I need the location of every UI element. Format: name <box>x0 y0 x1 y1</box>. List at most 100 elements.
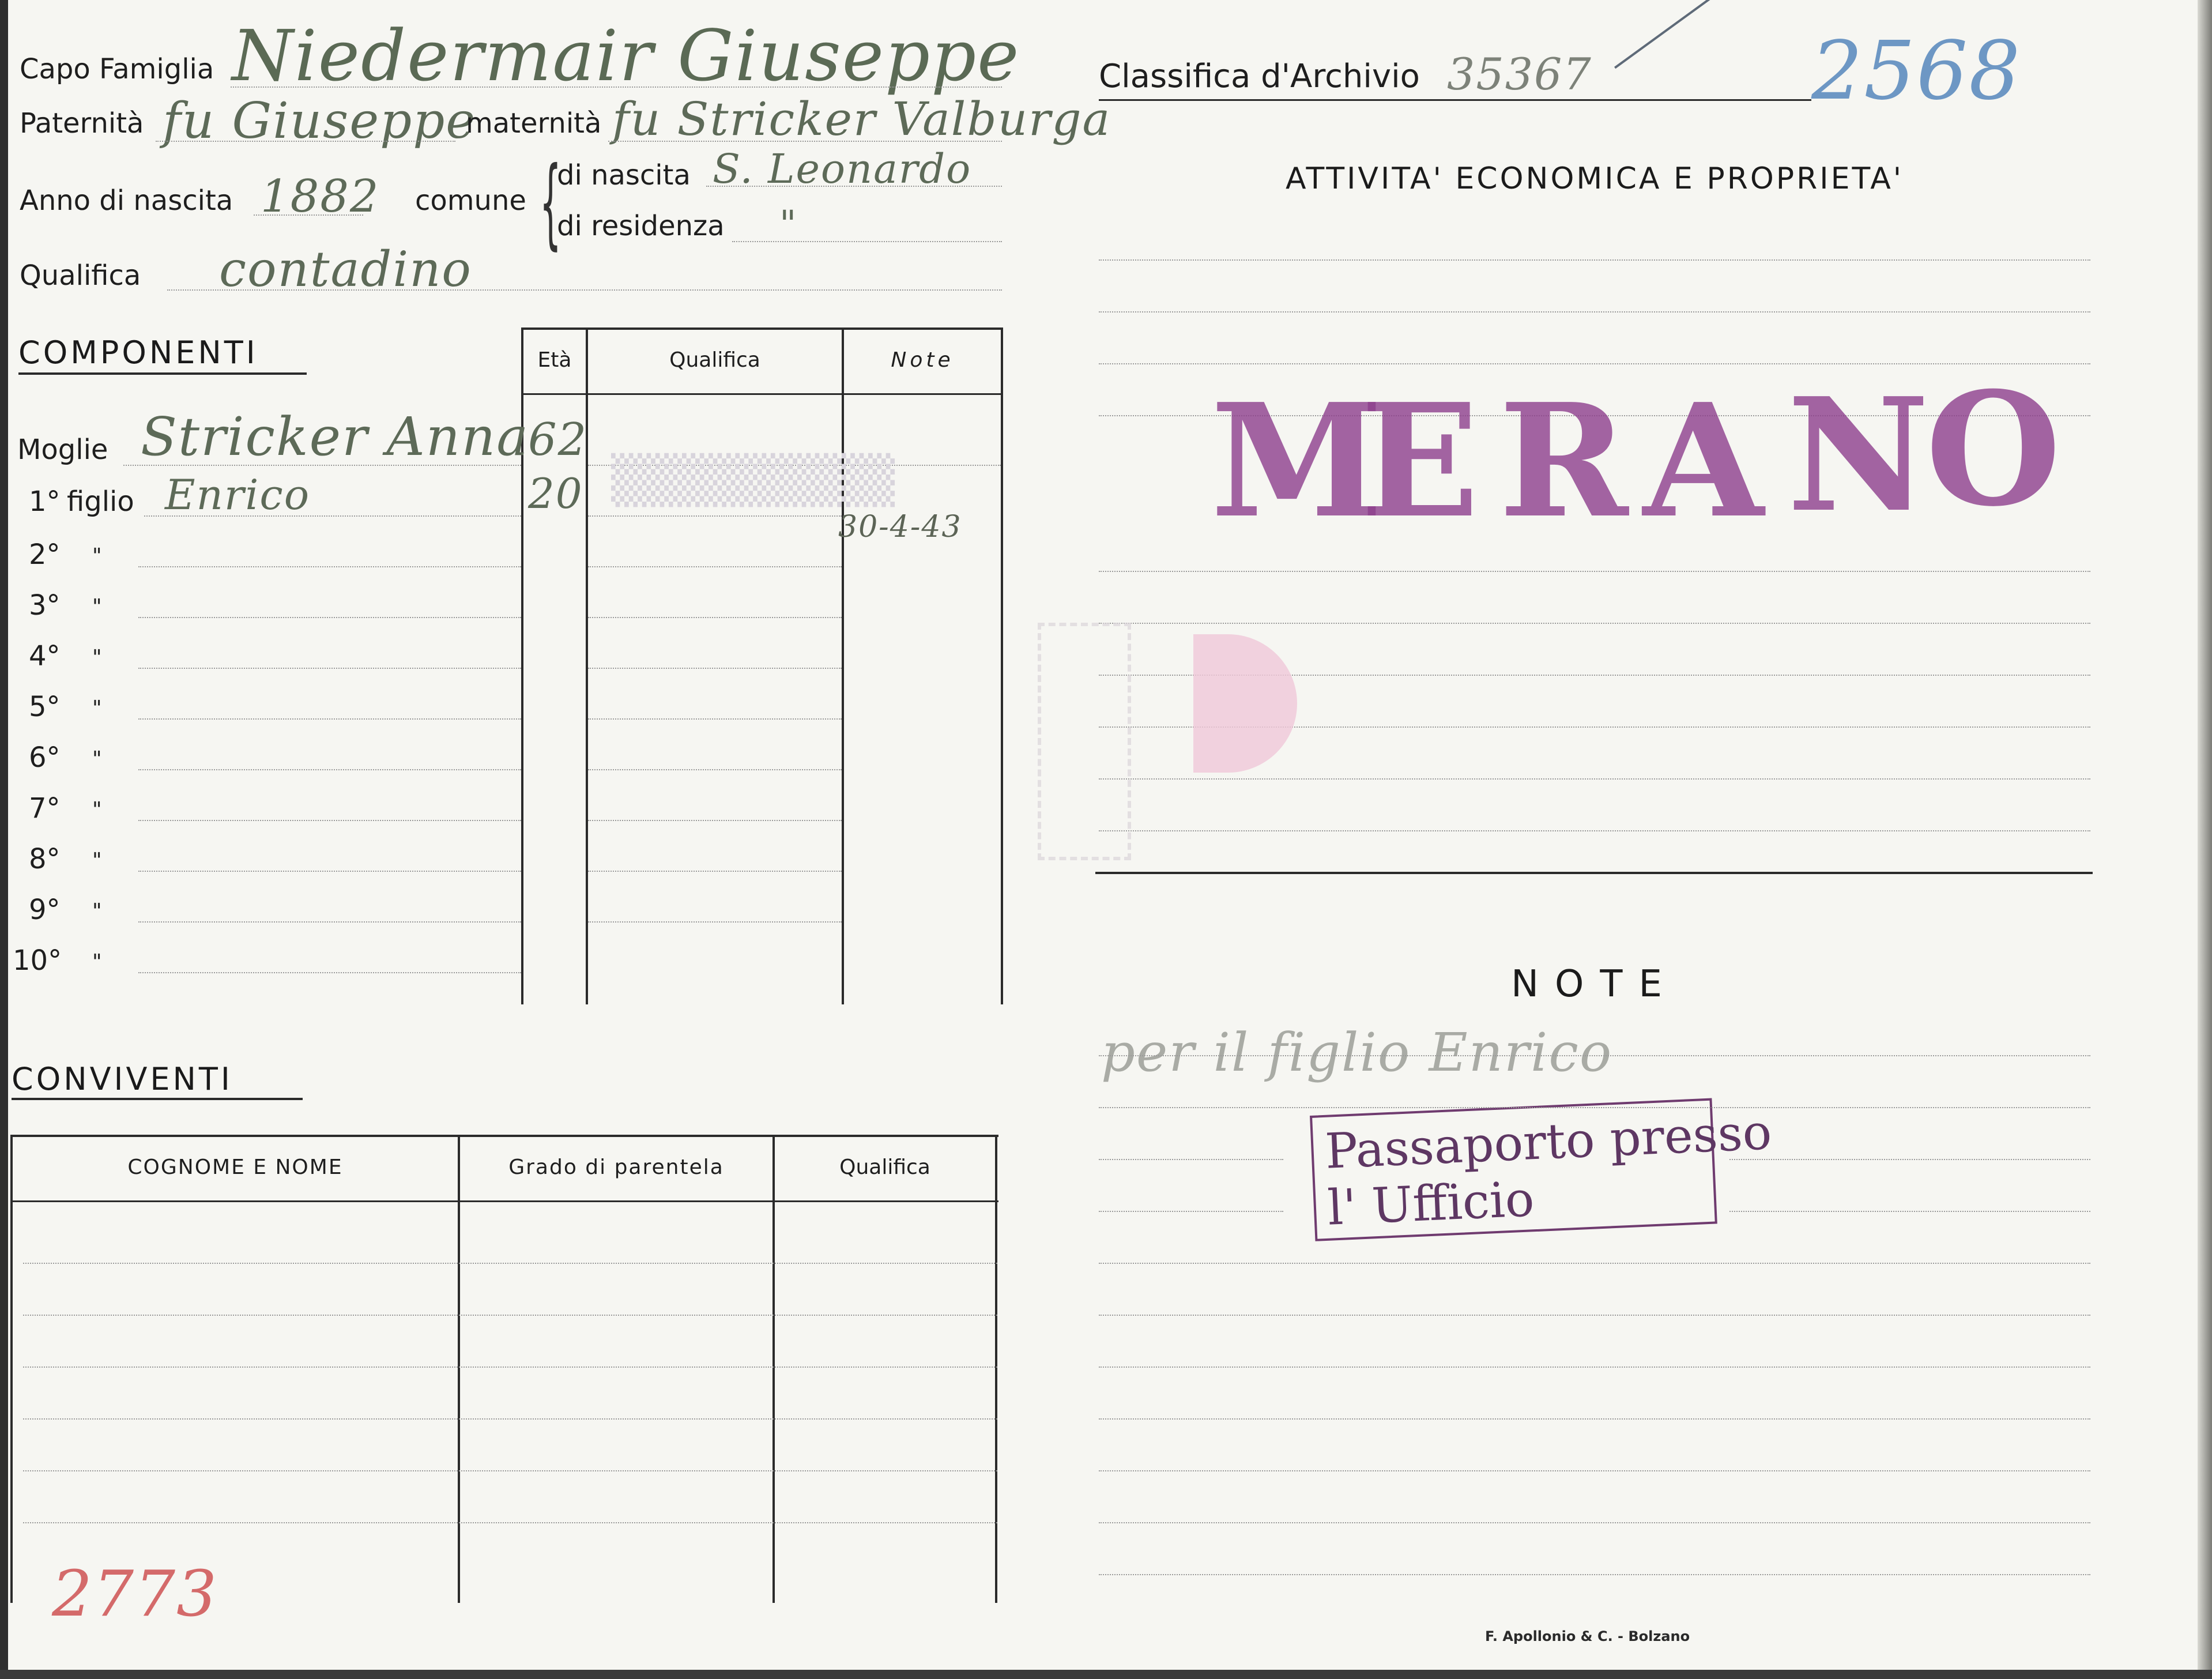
qualifica-label: Qualifica <box>20 259 141 292</box>
row-line <box>588 718 842 720</box>
row-line <box>138 769 521 770</box>
row-line <box>23 1366 997 1368</box>
classifica-archivio-value: 35367 <box>1447 48 1592 100</box>
maternita-line <box>608 141 1002 142</box>
passaporto-stamp-line2: l' Ufficio <box>1326 1170 1536 1236</box>
row-line <box>138 921 521 923</box>
passaporto-stamp-line1: Passaporto presso <box>1324 1104 1773 1180</box>
anno-line <box>254 214 363 216</box>
row-line <box>1099 1366 2090 1368</box>
row-line <box>588 566 842 567</box>
faint-stamp-ghost: ▒▒▒▒▒▒▒▒ <box>611 453 895 507</box>
row-line <box>138 972 521 973</box>
col-header-qualifica: Qualifica <box>839 1155 930 1179</box>
componenti-title: COMPONENTI <box>18 334 258 371</box>
scan-edge-right <box>2198 0 2212 1679</box>
componente-eta: 20 <box>528 469 583 518</box>
row-line <box>138 617 521 618</box>
comune-label: comune <box>415 185 526 217</box>
conviventi-table-top <box>10 1135 998 1137</box>
componenti-col-line <box>842 327 844 1004</box>
capo-famiglia-label: Capo Famiglia <box>20 53 214 85</box>
componente-name: Stricker Anna <box>141 406 530 468</box>
row-line <box>1099 1055 2090 1056</box>
row-line <box>138 566 521 567</box>
classifica-underline <box>1099 99 1811 101</box>
row-line <box>1099 1211 1283 1212</box>
footer-number: 2773 <box>52 1557 218 1631</box>
maternita-label: maternità <box>466 107 602 140</box>
ditto-mark: " <box>92 798 102 822</box>
conviventi-title-underline <box>12 1098 303 1100</box>
row-line <box>588 871 842 872</box>
col-header-cognome-nome: COGNOME E NOME <box>127 1155 343 1179</box>
di-nascita-line <box>706 186 1002 187</box>
row-line <box>1099 1263 2090 1264</box>
row-line <box>1099 311 2090 313</box>
row-line <box>588 820 842 821</box>
componente-ord: 8° <box>29 843 61 875</box>
row-line <box>1099 623 2090 624</box>
row-line <box>1099 1418 2090 1420</box>
row-line <box>1099 1522 2090 1523</box>
faint-pink-stamp-mark <box>1193 634 1297 773</box>
faint-stamp-ghost-box <box>1038 623 1131 860</box>
ditto-mark: " <box>92 595 102 619</box>
row-line <box>1099 1574 2090 1575</box>
col-header-grado-parentela: Grado di parentela <box>508 1155 724 1179</box>
componente-note: 30-4-43 <box>838 510 962 544</box>
row-line <box>1099 571 2090 572</box>
row-line <box>1099 1159 1283 1160</box>
row-line <box>23 1470 997 1471</box>
ditto-mark: " <box>92 544 102 568</box>
row-line <box>588 515 842 517</box>
conviventi-col-line <box>458 1135 460 1603</box>
di-residenza-value: " <box>779 203 798 246</box>
row-line <box>1099 259 2090 261</box>
scan-edge-left <box>0 0 8 1679</box>
merano-stamp-letter: O <box>1925 357 2062 541</box>
conviventi-col-line <box>772 1135 775 1603</box>
componenti-col-line <box>1001 327 1003 1004</box>
ditto-mark: " <box>92 646 102 669</box>
row-line <box>1099 830 2090 831</box>
printer-credit: F. Apollonio & C. - Bolzano <box>1485 1628 1690 1644</box>
conviventi-col-line <box>995 1135 997 1603</box>
col-header-note: Note <box>891 348 954 372</box>
conviventi-col-line <box>10 1135 13 1603</box>
row-line <box>23 1522 997 1523</box>
componente-ord: 9° <box>29 894 61 926</box>
componente-ord: 6° <box>29 741 61 774</box>
row-line <box>144 515 521 517</box>
componente-ord: 7° <box>29 792 61 825</box>
row-line <box>1099 1315 2090 1316</box>
row-line <box>1099 1470 2090 1471</box>
di-residenza-label: di residenza <box>557 210 725 242</box>
maternita-value: fu Stricker Valburga <box>612 92 1111 146</box>
row-line <box>138 820 521 821</box>
row-line <box>588 668 842 669</box>
componente-label-moglie: Moglie <box>17 434 108 466</box>
row-line <box>588 921 842 923</box>
archive-slash <box>1614 0 1728 69</box>
attivita-bottom-rule <box>1095 872 2093 874</box>
row-line <box>138 718 521 720</box>
col-header-qualifica: Qualifica <box>669 348 760 372</box>
componente-ord: 3° <box>29 589 61 622</box>
componenti-title-underline <box>18 372 307 375</box>
componente-ord: 4° <box>29 640 61 672</box>
merano-stamp-letter: M <box>1211 369 1383 552</box>
row-line <box>138 668 521 669</box>
ditto-mark: " <box>92 950 102 974</box>
document-page: Capo Famiglia Niedermair Giuseppe Patern… <box>0 0 2212 1679</box>
componente-name: Enrico <box>165 470 311 519</box>
di-residenza-line <box>732 241 1002 242</box>
col-header-eta: Età <box>537 348 572 372</box>
capo-famiglia-line <box>231 86 1002 88</box>
classifica-archivio-label: Classifica d'Archivio <box>1099 58 1420 95</box>
qualifica-line <box>167 289 1002 291</box>
row-line <box>23 1418 997 1420</box>
note-title: NOTE <box>1511 963 1678 1006</box>
passaporto-stamp: Passaporto presso l' Ufficio <box>1310 1098 1773 1241</box>
componente-label-figlio: figlio <box>67 485 134 518</box>
